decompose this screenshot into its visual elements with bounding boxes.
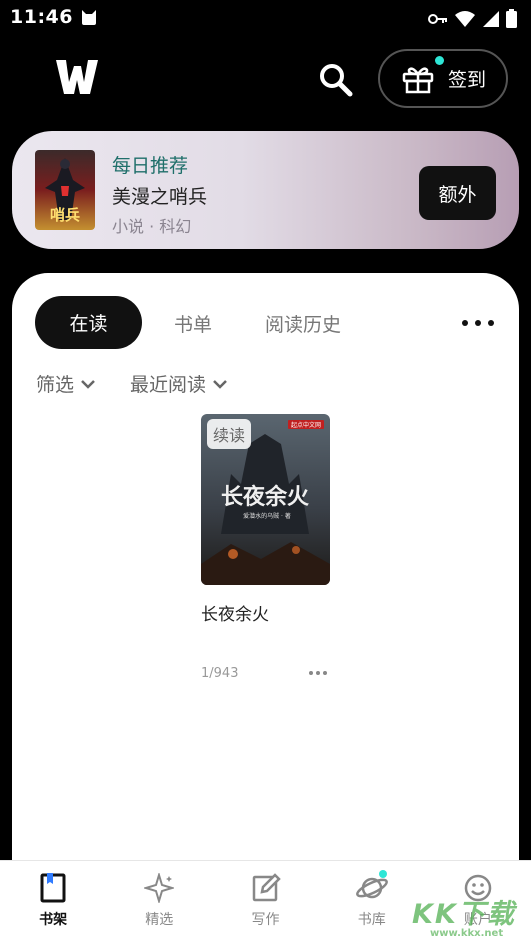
more-dot-icon	[462, 320, 468, 326]
extra-button[interactable]: 额外	[419, 166, 496, 220]
book-cover[interactable]: 起点中文网 长夜余火 爱潜水的乌贼 · 著 续读	[201, 414, 330, 585]
checkin-button[interactable]: 签到	[378, 49, 508, 108]
bookshelf-panel: 在读 书单 阅读历史 筛选 最近阅读 起点中文网 长夜余火 爱潜水的乌贼 · 著…	[12, 273, 519, 893]
continue-reading-badge: 续读	[207, 419, 252, 449]
smile-icon	[464, 874, 492, 902]
svg-text:起点中文网: 起点中文网	[291, 421, 321, 429]
daily-book-meta: 小说 · 科幻	[112, 217, 192, 236]
book-progress: 1/943	[201, 666, 239, 681]
more-dot-icon	[309, 671, 313, 675]
sort-dropdown[interactable]: 最近阅读	[130, 370, 228, 397]
nav-label-write: 写作	[251, 912, 280, 928]
more-dot-icon	[323, 671, 327, 675]
nav-item-library[interactable]: 书库	[319, 861, 425, 944]
svg-text:爱潜水的乌贼 · 著: 爱潜水的乌贼 · 著	[243, 512, 291, 520]
nav-label-account: 账户	[463, 912, 492, 928]
svg-text:哨兵: 哨兵	[50, 206, 80, 224]
app-logo	[56, 60, 98, 94]
top-bar: 签到	[0, 44, 531, 110]
search-icon	[320, 64, 353, 97]
filter-dropdown[interactable]: 筛选	[36, 370, 96, 397]
more-dot-icon	[316, 671, 320, 675]
nav-label-bookshelf: 书架	[39, 912, 68, 928]
filter-label: 筛选	[36, 374, 75, 396]
book-more-button[interactable]	[309, 671, 327, 677]
battery-icon	[506, 9, 517, 28]
tab-reading[interactable]: 在读	[35, 296, 142, 349]
svg-text:长夜余火: 长夜余火	[221, 484, 309, 510]
more-dot-icon	[475, 320, 481, 326]
sparkle-icon	[144, 873, 175, 903]
status-icons	[428, 9, 517, 28]
bookshelf-icon	[40, 873, 66, 903]
checkin-label: 签到	[448, 69, 487, 91]
sort-label: 最近阅读	[130, 374, 207, 396]
nav-item-bookshelf[interactable]: 书架	[0, 861, 106, 944]
notification-dot	[378, 870, 387, 878]
status-time: 11:46	[10, 6, 73, 28]
nav-item-featured[interactable]: 精选	[106, 861, 212, 944]
more-dot-icon	[488, 320, 494, 326]
chevron-down-icon	[213, 379, 227, 389]
daily-book-title[interactable]: 美漫之哨兵	[112, 182, 207, 209]
more-options-button[interactable]	[462, 311, 494, 335]
pencil-icon	[252, 873, 281, 902]
book-title[interactable]: 长夜余火	[201, 600, 269, 625]
nav-label-featured: 精选	[145, 912, 174, 928]
tab-booklist[interactable]: 书单	[174, 310, 212, 337]
gift-icon	[402, 66, 434, 93]
notification-dot	[435, 56, 444, 65]
nav-item-account[interactable]: 账户	[425, 861, 531, 944]
bottom-nav: 书架 精选 写作 书库 账户	[0, 860, 531, 944]
status-bar: 11:46	[0, 0, 531, 36]
wifi-icon	[455, 10, 475, 27]
daily-book-cover[interactable]: 哨兵	[35, 150, 95, 230]
daily-cover-art: 哨兵	[35, 150, 95, 230]
chevron-down-icon	[81, 379, 95, 389]
nav-label-library: 书库	[357, 912, 386, 928]
cat-notification-icon	[82, 10, 96, 25]
search-button[interactable]	[318, 62, 354, 98]
tab-history[interactable]: 阅读历史	[265, 310, 341, 337]
vpn-key-icon	[428, 13, 447, 24]
nav-item-write[interactable]: 写作	[212, 861, 318, 944]
daily-recommend-tag: 每日推荐	[112, 155, 189, 177]
signal-icon	[483, 10, 499, 27]
daily-recommend-card[interactable]: 哨兵 每日推荐 美漫之哨兵 小说 · 科幻 额外	[12, 131, 519, 249]
